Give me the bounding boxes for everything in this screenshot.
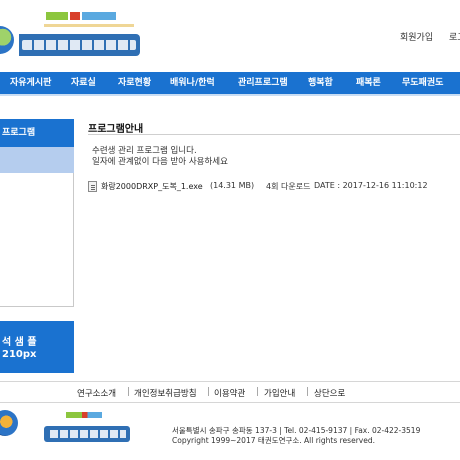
banner-label: 석 샘 플: [2, 337, 37, 348]
banner-size: 210px: [2, 349, 37, 360]
footer-link-terms[interactable]: 이용약관: [214, 387, 245, 399]
site-header: 회원가입 로그: [0, 0, 460, 72]
footer-link-join[interactable]: 가입안내: [264, 387, 295, 399]
logo-small-banner: [46, 12, 116, 20]
footer-divider-bottom: [0, 402, 460, 403]
file-size: (14.31 MB): [210, 181, 255, 190]
nav-item-board[interactable]: 자유게시판: [10, 72, 51, 94]
file-icon: [88, 181, 97, 192]
nav-item-happy[interactable]: 행복함: [308, 72, 333, 94]
footer-link-about[interactable]: 연구소소개: [77, 387, 116, 399]
file-date: DATE : 2017-12-16 11:10:12: [314, 181, 428, 190]
main-nav: 자유게시판 자료실 자로현황 배워나/한럭 관리프로그램 행복함 패복론 무도패…: [0, 72, 460, 94]
description-line: 일자에 관계없이 다음 받아 사용하세요: [92, 157, 228, 167]
footer-link-top[interactable]: 상단으로: [314, 387, 345, 399]
nav-item-learn[interactable]: 배워나/한럭: [170, 72, 215, 94]
nav-item-archive[interactable]: 자료실: [71, 72, 96, 94]
footer-copyright: Copyright 1999~2017 태권도연구소. All rights r…: [172, 436, 375, 445]
footer-separator: |: [306, 387, 309, 397]
footer-emblem-icon: [0, 410, 18, 436]
nav-item-program[interactable]: 관리프로그램: [238, 72, 288, 94]
sidebar-item-active[interactable]: [0, 147, 74, 173]
title-divider: [88, 134, 460, 135]
nav-item-patbok[interactable]: 패복론: [356, 72, 381, 94]
join-link[interactable]: 회원가입: [400, 30, 433, 43]
page-title: 프로그램안내: [88, 124, 144, 135]
nav-item-status[interactable]: 자로현황: [118, 72, 151, 94]
footer-separator: |: [207, 387, 210, 397]
footer-separator: |: [256, 387, 259, 397]
footer-logo-small: [66, 412, 102, 418]
footer-logo: [44, 426, 130, 442]
footer-separator: |: [127, 387, 130, 397]
logo-emblem-icon[interactable]: [0, 26, 14, 54]
footer-link-privacy[interactable]: 개인정보취급방침: [134, 387, 197, 399]
login-link[interactable]: 로그: [449, 30, 460, 43]
footer-links: 연구소소개 | 개인정보취급방침 | 이용약관 | 가입안내 | 상단으로: [0, 382, 460, 402]
nav-divider: [0, 94, 460, 96]
sidebar-banner[interactable]: 석 샘 플 210px: [0, 321, 74, 373]
nav-item-taekwondo[interactable]: 무도패권도: [402, 72, 443, 94]
logo-underline: [44, 24, 134, 27]
site-logo[interactable]: [14, 34, 140, 56]
download-count: 4회 다운로드: [266, 182, 311, 191]
sidebar-title: 프로그램: [0, 119, 74, 147]
download-link[interactable]: 화랑2000DRXP_도복_1.exe: [101, 181, 203, 192]
